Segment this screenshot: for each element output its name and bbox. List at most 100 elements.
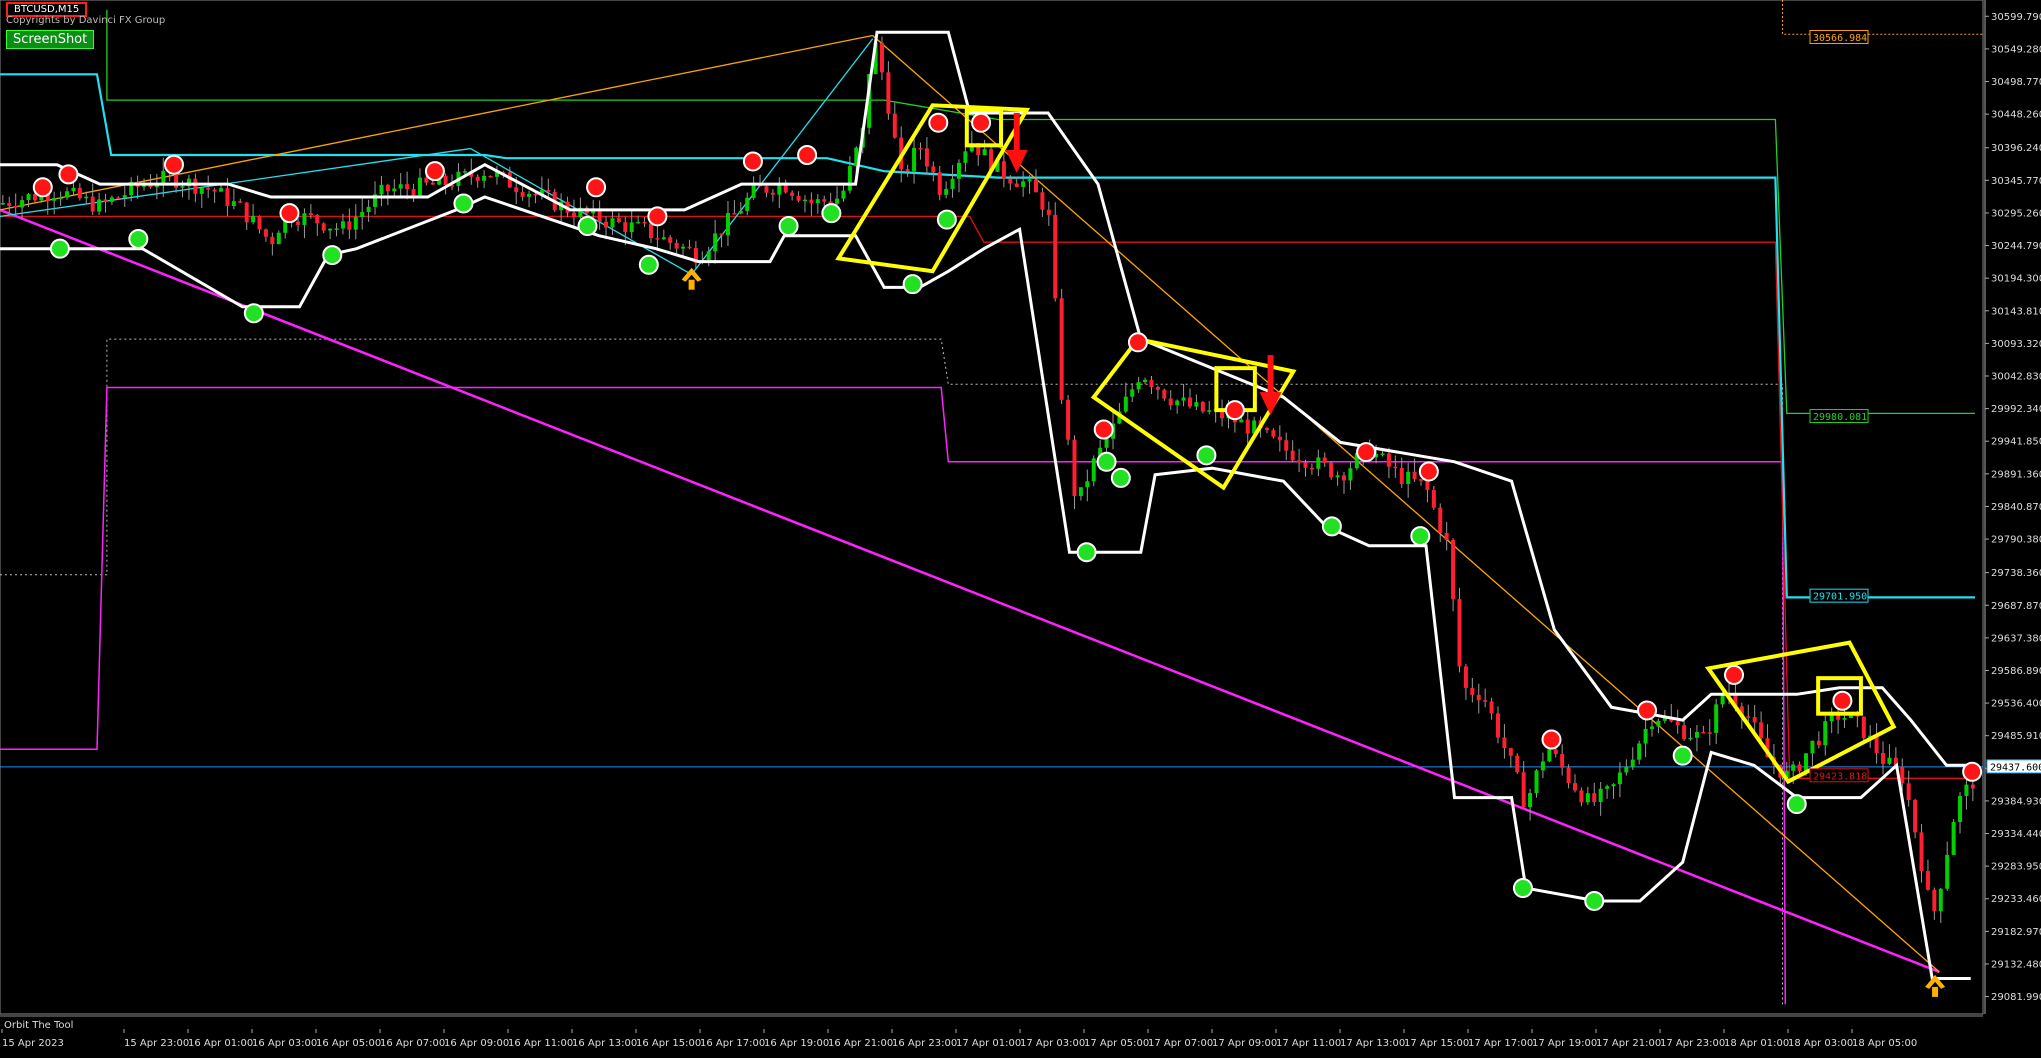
y-tick-label: 29485.910 — [1991, 731, 2041, 742]
candle-body — [1419, 479, 1424, 481]
candle-body — [616, 218, 621, 223]
candle-body — [90, 196, 95, 212]
buy-signal-dot — [1110, 467, 1131, 488]
price-level-label: 30566.984 — [1813, 33, 1867, 44]
screenshot-button[interactable]: ScreenShot — [6, 30, 95, 49]
y-tick-label: 30345.770 — [1991, 176, 2041, 187]
candle-body — [1001, 161, 1006, 179]
sell-signal-dot — [1418, 461, 1439, 482]
candle-body — [745, 197, 750, 211]
candle-body — [1155, 387, 1160, 390]
candle-body — [1290, 450, 1295, 461]
candle-body — [1393, 466, 1398, 469]
x-tick-label: 17 Apr 19:00 — [1532, 1038, 1597, 1049]
candle-body — [405, 184, 410, 190]
candle-body — [1964, 784, 1969, 796]
candle-body — [475, 176, 480, 181]
candle-body — [1123, 396, 1128, 412]
candle-body — [1386, 453, 1391, 467]
candle-body — [1508, 748, 1513, 756]
sell-signal-dot — [647, 206, 668, 227]
upper-band — [0, 30, 1975, 767]
candle-body — [668, 237, 673, 243]
y-tick-label: 30396.240 — [1991, 143, 2041, 154]
candle-body — [1489, 701, 1494, 714]
x-tick-label: 17 Apr 03:00 — [1020, 1038, 1085, 1049]
candle-body — [58, 197, 63, 199]
x-tick-label: 16 Apr 11:00 — [508, 1038, 573, 1049]
candle-body — [52, 198, 57, 201]
buy-signal-dot — [936, 209, 957, 230]
candle-body — [116, 197, 121, 200]
candle-body — [1515, 755, 1520, 773]
candle-body — [1502, 737, 1507, 749]
candle-body — [360, 211, 365, 218]
buy-signal-dot — [1410, 526, 1431, 547]
candle-body — [1264, 428, 1269, 431]
sell-signal-dot — [424, 161, 445, 182]
candle-body — [244, 202, 249, 223]
candle-body — [1175, 400, 1180, 406]
candle-body — [796, 195, 801, 201]
candle-body — [1348, 468, 1353, 481]
buy-signal-dot — [128, 228, 149, 249]
candle-body — [1701, 732, 1706, 734]
candle-body — [1130, 389, 1135, 397]
x-tick-label: 18 Apr 03:00 — [1788, 1038, 1853, 1049]
candle-body — [1496, 713, 1501, 738]
candle-body — [1547, 749, 1552, 762]
candle-body — [276, 232, 281, 245]
candle-body — [1958, 795, 1963, 823]
candle-body — [308, 213, 313, 216]
sell-signal-dot — [1637, 700, 1658, 721]
sell-signal-dot — [1962, 761, 1983, 782]
candle-body — [1945, 854, 1950, 889]
buy-signal-dot — [778, 216, 799, 237]
candle-body — [1149, 379, 1154, 388]
candle-body — [225, 188, 230, 206]
candle-body — [847, 166, 852, 191]
candle-body — [1091, 458, 1096, 482]
x-tick-label: 16 Apr 15:00 — [636, 1038, 701, 1049]
x-tick-label: 18 Apr 05:00 — [1852, 1038, 1917, 1049]
y-tick-label: 30498.770 — [1991, 77, 2041, 88]
y-tick-label: 29081.990 — [1991, 992, 2041, 1003]
candle-body — [65, 191, 70, 198]
candle-body — [1919, 832, 1924, 872]
buy-signal-dot — [821, 203, 842, 224]
buy-signal-dot — [1584, 890, 1605, 911]
sell-signal-dot — [1093, 419, 1114, 440]
candle-body — [103, 199, 108, 202]
candle-body — [1438, 507, 1443, 533]
candle-body — [1085, 481, 1090, 488]
candle-body — [379, 184, 384, 195]
candle-body — [1444, 532, 1449, 541]
candle-body — [392, 188, 397, 192]
down-arrow-icon — [1259, 392, 1282, 416]
candle-body — [924, 148, 929, 167]
sell-signal-dot — [742, 151, 763, 172]
candle-body — [212, 189, 217, 192]
candle-body — [1573, 783, 1578, 791]
candle-body — [777, 184, 782, 195]
candle-body — [180, 186, 185, 188]
candle-body — [944, 188, 949, 195]
sell-signal-dot — [586, 177, 607, 198]
y-tick-label: 29891.360 — [1991, 469, 2041, 480]
candle-body — [1643, 728, 1648, 744]
candle-body — [263, 229, 268, 237]
trend-line — [872, 35, 1940, 973]
candle-body — [385, 184, 390, 192]
candle-body — [956, 162, 961, 179]
up-arrow-stem — [688, 279, 695, 290]
candle-body — [629, 222, 634, 233]
candle-body — [251, 216, 256, 223]
price-chart[interactable]: 30599.790 30549.280 30498.770 30448.260 3039… — [0, 0, 2041, 1058]
sell-signal-dot — [163, 154, 184, 175]
candle-body — [546, 189, 551, 192]
candle-body — [681, 246, 686, 249]
x-tick-label: 16 Apr 09:00 — [444, 1038, 509, 1049]
x-tick-label: 17 Apr 13:00 — [1340, 1038, 1405, 1049]
y-tick-label: 30042.830 — [1991, 372, 2041, 383]
candle-body — [238, 201, 243, 203]
